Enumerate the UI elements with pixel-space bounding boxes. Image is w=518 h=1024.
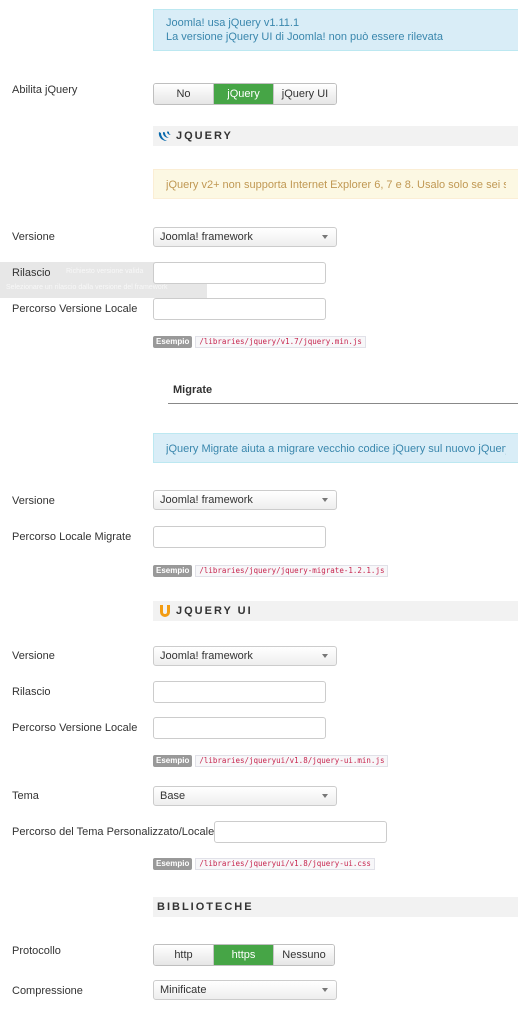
compression-select[interactable]: Minificate [153,980,337,1000]
alert-line-2: La versione jQuery UI di Joomla! non può… [166,31,443,43]
jquery-section-header: JQUERY [153,126,518,146]
jquery-version-alert: Joomla! usa jQuery v1.11.1 La versione j… [153,9,518,51]
jquery-ie-warning-text: jQuery v2+ non supporta Internet Explore… [166,179,506,191]
jquery-example: Esempio /libraries/jquery/v1.7/jquery.mi… [153,336,366,348]
theme-label: Tema [12,790,39,802]
theme-select[interactable]: Base [153,786,337,806]
jquery-release-input[interactable] [153,262,326,284]
chevron-down-icon [322,988,328,992]
chevron-down-icon [322,794,328,798]
jquery-version-label: Versione [12,231,55,243]
jqueryui-section-header: JQUERY UI [153,601,518,621]
custom-theme-path-input[interactable] [214,821,387,843]
enable-jquery-toggle: No jQuery jQuery UI [153,83,337,105]
jquery-local-path-input[interactable] [153,298,326,320]
chevron-down-icon [322,498,328,502]
jquery-section-title: JQUERY [176,130,233,142]
jqueryui-local-path-label: Percorso Versione Locale [12,722,138,734]
enable-jquery-jquery-button[interactable]: jQuery [214,84,274,104]
example-path: /libraries/jquery/v1.7/jquery.min.js [195,336,366,348]
jquery-local-path-label: Percorso Versione Locale [12,303,138,315]
libraries-section-title: BIBLIOTECHE [157,901,254,913]
example-badge: Esempio [153,565,193,577]
chevron-down-icon [322,235,328,239]
jqueryui-local-path-input[interactable] [153,717,326,739]
migrate-version-value: Joomla! framework [160,494,253,506]
theme-example: Esempio /libraries/jqueryui/v1.8/jquery-… [153,858,375,870]
jquery-release-label: Rilascio [12,267,51,279]
migrate-info-text: jQuery Migrate aiuta a migrare vecchio c… [166,443,506,455]
enable-jquery-no-button[interactable]: No [154,84,214,104]
migrate-info-alert: jQuery Migrate aiuta a migrare vecchio c… [153,433,518,463]
migrate-heading: Migrate [168,384,518,404]
jqueryui-section-title: JQUERY UI [176,605,253,617]
example-badge: Esempio [153,755,193,767]
jqueryui-version-select[interactable]: Joomla! framework [153,646,337,666]
protocol-https-button[interactable]: https [214,945,274,965]
example-path: /libraries/jqueryui/v1.8/jquery-ui.min.j… [195,755,389,767]
jquery-version-value: Joomla! framework [160,231,253,243]
libraries-section-header: BIBLIOTECHE [153,897,518,917]
jquery-ie-warning: jQuery v2+ non supporta Internet Explore… [153,169,518,199]
protocol-none-button[interactable]: Nessuno [274,945,334,965]
enable-jquery-label: Abilita jQuery [12,84,78,96]
chevron-down-icon [322,654,328,658]
enable-jquery-jqueryui-button[interactable]: jQuery UI [274,84,336,104]
jqueryui-version-value: Joomla! framework [160,650,253,662]
protocol-http-button[interactable]: http [154,945,214,965]
compression-label: Compressione [12,985,83,997]
jquery-logo-icon [157,129,173,143]
theme-value: Base [160,790,186,802]
custom-theme-path-label: Percorso del Tema Personalizzato/Locale [12,826,215,838]
alert-line-1: Joomla! usa jQuery v1.11.1 [166,17,300,29]
migrate-heading-title: Migrate [173,384,213,396]
migrate-example: Esempio /libraries/jquery/jquery-migrate… [153,565,389,577]
jquery-ui-logo-icon [157,603,173,619]
migrate-version-label: Versione [12,495,55,507]
migrate-version-select[interactable]: Joomla! framework [153,490,337,510]
release-tooltip-line-2: Selezionare un rilascio dalla versione d… [6,284,168,291]
jqueryui-release-label: Rilascio [12,686,51,698]
example-path: /libraries/jquery/jquery-migrate-1.2.1.j… [195,565,389,577]
protocol-toggle: http https Nessuno [153,944,335,966]
migrate-local-path-label: Percorso Locale Migrate [12,531,132,543]
example-badge: Esempio [153,336,193,348]
protocol-label: Protocollo [12,945,61,957]
jqueryui-release-input[interactable] [153,681,326,703]
jquery-version-select[interactable]: Joomla! framework [153,227,337,247]
jqueryui-version-label: Versione [12,650,55,662]
jqueryui-example: Esempio /libraries/jqueryui/v1.8/jquery-… [153,755,389,767]
compression-value: Minificate [160,984,207,996]
example-path: /libraries/jqueryui/v1.8/jquery-ui.css [195,858,375,870]
example-badge: Esempio [153,858,193,870]
migrate-local-path-input[interactable] [153,526,326,548]
